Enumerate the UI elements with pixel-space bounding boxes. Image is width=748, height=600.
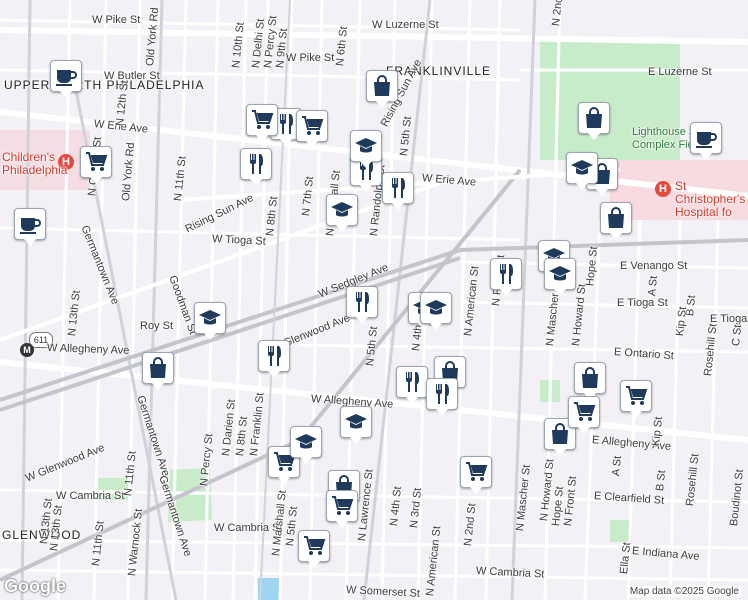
fork-knife-icon [262, 344, 286, 368]
fork-knife-icon [430, 382, 454, 406]
fork-knife-icon [350, 290, 374, 314]
graduation-cap-icon [344, 410, 368, 434]
coffee-cup-icon [694, 126, 718, 150]
map-pin-grocery[interactable] [296, 110, 328, 148]
map-pin-school[interactable] [544, 258, 576, 296]
street-label: E Luzerne St [648, 66, 712, 78]
street-label: C St [730, 324, 745, 347]
graduation-cap-icon [424, 296, 448, 320]
street-label: W Pike St [286, 52, 335, 64]
map-pin-school[interactable] [194, 302, 226, 340]
shopping-cart-icon [572, 400, 596, 424]
map-pin-cafe[interactable] [50, 60, 82, 98]
shopping-cart-icon [84, 150, 108, 174]
shopping-bag-icon [578, 366, 602, 390]
map-pin-restaurant[interactable] [240, 148, 272, 186]
shopping-cart-icon [302, 534, 326, 558]
shopping-cart-icon [330, 494, 354, 518]
graduation-cap-icon [548, 262, 572, 286]
fork-knife-icon [400, 370, 424, 394]
street-label: E Venango St [620, 260, 688, 272]
map-canvas[interactable]: UPPER NORTH PHILADELPHIA FRANKLINVILLE G… [0, 0, 748, 600]
map-pin-restaurant[interactable] [396, 366, 428, 404]
map-pin-grocery[interactable] [326, 490, 358, 528]
graduation-cap-icon [570, 156, 594, 180]
street-label: W Butler St [104, 70, 160, 82]
map-pin-restaurant[interactable] [382, 172, 414, 210]
street-label: A St [610, 455, 625, 477]
street-label: Roy St [140, 320, 174, 332]
fork-knife-icon [386, 176, 410, 200]
map-pin-cafe[interactable] [14, 208, 46, 246]
map-pin-grocery[interactable] [246, 104, 278, 142]
shopping-cart-icon [464, 460, 488, 484]
shopping-bag-icon [604, 206, 628, 230]
shopping-cart-icon [300, 114, 324, 138]
map-pin-restaurant[interactable] [258, 340, 290, 378]
map-pin-restaurant[interactable] [426, 378, 458, 416]
shopping-bag-icon [146, 356, 170, 380]
map-pin-shopping[interactable] [600, 202, 632, 240]
map-pin-grocery[interactable] [620, 380, 652, 418]
map-attribution[interactable]: Map data ©2025 Google [626, 586, 742, 597]
map-pin-school[interactable] [290, 426, 322, 464]
coffee-cup-icon [54, 64, 78, 88]
fork-knife-icon [494, 262, 518, 286]
graduation-cap-icon [294, 430, 318, 454]
graduation-cap-icon [330, 198, 354, 222]
hospital-icon[interactable]: H [655, 181, 671, 197]
map-pin-school[interactable] [340, 406, 372, 444]
map-pin-shopping[interactable] [574, 362, 606, 400]
google-logo: Google [4, 576, 66, 596]
street-label: W Cambria St [56, 490, 125, 502]
fork-knife-icon [244, 152, 268, 176]
map-pin-restaurant[interactable] [346, 286, 378, 324]
shopping-bag-icon [582, 106, 606, 130]
map-pin-shopping[interactable] [366, 70, 398, 108]
metro-station-icon[interactable]: M [20, 343, 34, 357]
map-pin-grocery[interactable] [80, 146, 112, 184]
hospital-label-st-christophers[interactable]: St Christopher's Hospital fo [675, 180, 748, 219]
shopping-bag-icon [370, 74, 394, 98]
street-label: W Pike St [92, 14, 141, 26]
shopping-cart-icon [250, 108, 274, 132]
map-pin-cafe[interactable] [690, 122, 722, 160]
hospital-label-childrens[interactable]: Children's Philadelphia [2, 151, 67, 177]
street-label: W Luzerne St [372, 19, 439, 31]
map-pin-school[interactable] [420, 292, 452, 330]
graduation-cap-icon [354, 134, 378, 158]
graduation-cap-icon [198, 306, 222, 330]
map-pin-school[interactable] [326, 194, 358, 232]
map-pin-school[interactable] [350, 130, 382, 168]
map-pin-grocery[interactable] [298, 530, 330, 568]
street-label: B St [654, 469, 669, 492]
map-pin-restaurant[interactable] [490, 258, 522, 296]
map-pin-shopping[interactable] [142, 352, 174, 390]
map-pin-school[interactable] [566, 152, 598, 190]
area-label-franklinville: FRANKLINVILLE [386, 64, 492, 78]
shopping-cart-icon [624, 384, 648, 408]
map-pin-grocery[interactable] [568, 396, 600, 434]
street-label: A St [646, 275, 661, 297]
map-pin-grocery[interactable] [460, 456, 492, 494]
street-label: E Tioga St [617, 297, 668, 309]
coffee-cup-icon [18, 212, 42, 236]
map-pin-shopping[interactable] [578, 102, 610, 140]
